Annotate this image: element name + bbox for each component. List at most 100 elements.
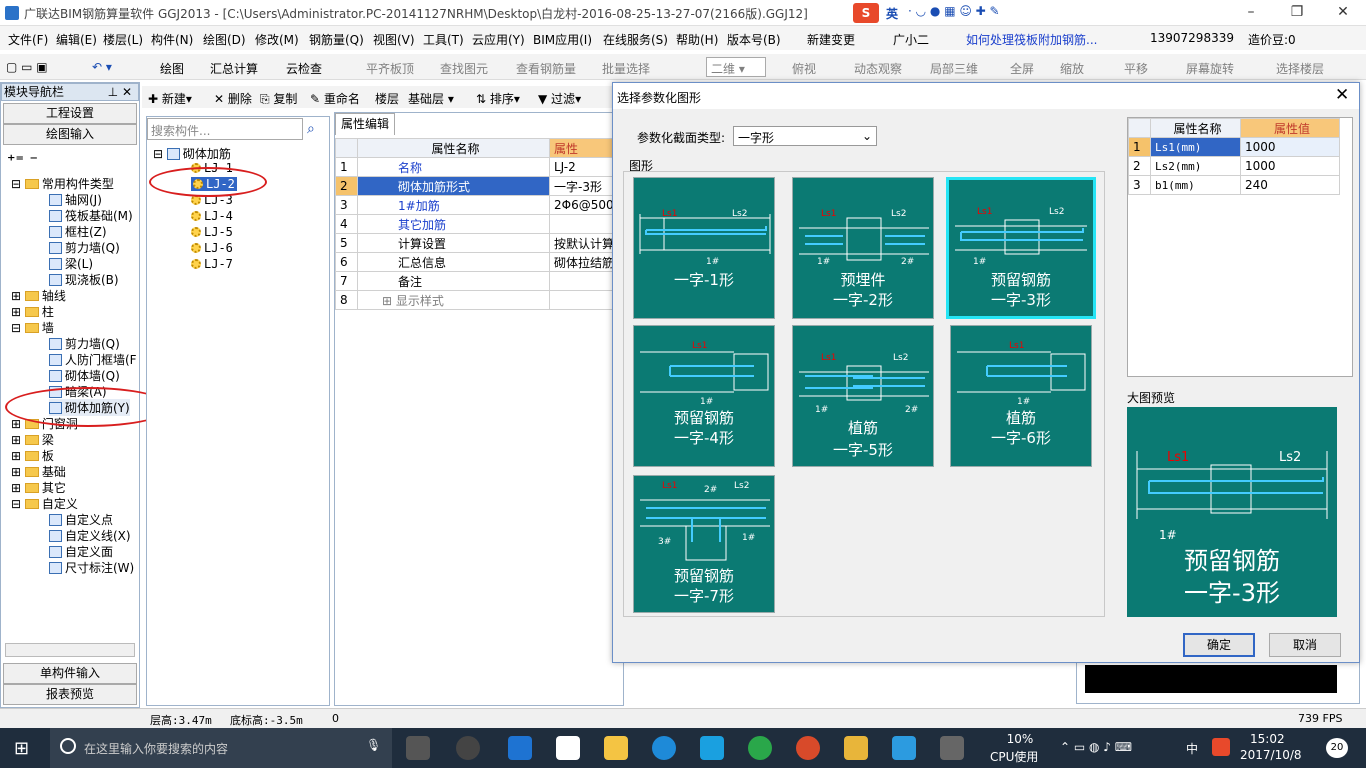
tree-slab-group[interactable]: ⊞ 板 <box>11 447 54 464</box>
tree-common-types[interactable]: ⊟ 常用构件类型 <box>11 175 114 192</box>
menu-version[interactable]: 版本号(B) <box>727 31 781 48</box>
menu-bim[interactable]: BIM应用(I) <box>533 31 592 48</box>
cost-beans[interactable]: 造价豆:0 <box>1248 31 1296 48</box>
component-search-input[interactable]: 搜索构件... <box>147 118 303 140</box>
comp-tree-root[interactable]: ⊟ 砌体加筋 <box>153 145 231 162</box>
toolbar-zoom[interactable]: 缩放 <box>1060 60 1084 77</box>
table-row[interactable]: 2 Ls2(mm) 1000 <box>1128 156 1340 176</box>
filter-button[interactable]: ▼ 过滤▾ <box>538 90 581 107</box>
comp-item-lj4[interactable]: LJ-4 <box>191 209 233 223</box>
app-green-icon[interactable] <box>748 736 772 760</box>
tree-axis-grid[interactable]: 轴网(J) <box>49 191 102 208</box>
store-icon[interactable] <box>556 736 580 760</box>
project-settings-button[interactable]: 工程设置 <box>3 103 137 124</box>
app-notes-icon[interactable] <box>844 736 868 760</box>
notification-badge[interactable]: 20 <box>1326 738 1348 758</box>
search-icon[interactable]: ⌕ <box>307 121 315 137</box>
new-component-button[interactable]: ✚ 新建▾ <box>148 90 192 107</box>
menu-rebar[interactable]: 钢筋量(Q) <box>309 31 364 48</box>
taskview-icon[interactable] <box>406 736 430 760</box>
undo-icon[interactable]: ↶ ▾ <box>92 60 112 74</box>
menu-tools[interactable]: 工具(T) <box>423 31 464 48</box>
menu-edit[interactable]: 编辑(E) <box>56 31 97 48</box>
clock-time[interactable]: 15:02 <box>1250 732 1285 746</box>
tree-masonry-wall[interactable]: 砌体墙(Q) <box>49 367 120 384</box>
copy-button[interactable]: ⎘ 复制 <box>260 90 297 107</box>
menu-new-change[interactable]: 新建变更 <box>807 31 855 48</box>
view-mode-select[interactable]: 二维 ▾ <box>706 57 766 77</box>
comp-item-lj5[interactable]: LJ-5 <box>191 225 233 239</box>
close-icon[interactable]: ✕ <box>1335 85 1349 105</box>
sort-button[interactable]: ⇅ 排序▾ <box>476 90 520 107</box>
cancel-button[interactable]: 取消 <box>1269 633 1341 657</box>
expand-collapse-icon[interactable]: ⁺⁼ ⁻ <box>7 151 38 170</box>
ok-button[interactable]: 确定 <box>1183 633 1255 657</box>
table-row[interactable]: 3 1#加筋 2Φ6@500 <box>335 195 625 215</box>
shape-tile-7[interactable]: Ls1 Ls2 2# 3# 1# 预留钢筋 一字-7形 <box>633 475 775 613</box>
draw-input-button[interactable]: 绘图输入 <box>3 124 137 145</box>
toolbar-pan[interactable]: 平移 <box>1124 60 1148 77</box>
app-swirl-icon[interactable] <box>796 736 820 760</box>
tree-custom-point[interactable]: 自定义点 <box>49 511 113 528</box>
section-type-select[interactable]: 一字形 ⌄ <box>733 126 877 146</box>
sogou-tray-icon[interactable] <box>1212 738 1230 756</box>
report-preview-button[interactable]: 报表预览 <box>3 684 137 705</box>
menu-draw[interactable]: 绘图(D) <box>203 31 246 48</box>
menu-component[interactable]: 构件(N) <box>151 31 193 48</box>
shape-tile-4[interactable]: Ls1 1# 预留钢筋 一字-4形 <box>633 325 775 467</box>
table-row[interactable]: 8 ⊞ 显示样式 <box>335 290 625 310</box>
sogou-icon[interactable]: S <box>853 3 879 23</box>
toolbar-find-element[interactable]: 查找图元 <box>440 60 488 77</box>
tree-beam-group[interactable]: ⊞ 梁 <box>11 431 54 448</box>
toolbar-dynamic-observe[interactable]: 动态观察 <box>854 60 902 77</box>
table-row[interactable]: 5 计算设置 按默认计算 <box>335 233 625 253</box>
tree-custom[interactable]: ⊟ 自定义 <box>11 495 78 512</box>
table-row[interactable]: 2 砌体加筋形式 一字-3形 <box>335 176 625 196</box>
account-phone[interactable]: 13907298339 <box>1150 31 1234 45</box>
minimize-button[interactable]: – <box>1228 0 1274 26</box>
toolbar-draw[interactable]: 绘图 <box>160 60 184 77</box>
toolbar-flush-slab-top[interactable]: 平齐板顶 <box>366 60 414 77</box>
tree-wall[interactable]: ⊟ 墙 <box>11 319 54 336</box>
shape-tile-2[interactable]: Ls1 Ls2 1# 2# 预埋件 一字-2形 <box>792 177 934 319</box>
input-lang[interactable]: 中 <box>1186 740 1198 757</box>
taskbar-search-input[interactable]: 在这里输入你要搜索的内容 🎙 <box>50 728 392 768</box>
glodon-icon[interactable] <box>700 736 724 760</box>
close-window-button[interactable]: ✕ <box>1320 0 1366 26</box>
toolbar-view-rebar[interactable]: 查看钢筋量 <box>516 60 576 77</box>
windows-start-icon[interactable]: ⊞ <box>14 738 29 759</box>
toolbar-select-floor[interactable]: 选择楼层 <box>1276 60 1324 77</box>
delete-button[interactable]: ✕ 删除 <box>214 90 252 107</box>
table-row[interactable]: 4 其它加筋 <box>335 214 625 234</box>
shape-tile-5[interactable]: Ls1 Ls2 1# 2# 植筋 一字-5形 <box>792 325 934 467</box>
menu-file[interactable]: 文件(F) <box>8 31 48 48</box>
tree-shear-wall[interactable]: 剪力墙(Q) <box>49 239 120 256</box>
help-link[interactable]: 如何处理筏板附加钢筋... <box>966 31 1097 48</box>
table-row[interactable]: 1 名称 LJ-2 <box>335 157 625 177</box>
maximize-button[interactable]: ❐ <box>1274 0 1320 26</box>
floor-select[interactable]: 基础层 ▾ <box>408 90 454 107</box>
tree-civil-defense-wall[interactable]: 人防门框墙(F <box>49 351 137 368</box>
ie-icon[interactable] <box>652 736 676 760</box>
new-file-icon[interactable]: ▢ ▭ ▣ <box>6 60 48 74</box>
toolbar-batch-select[interactable]: 批量选择 <box>602 60 650 77</box>
ime-mode[interactable]: 英 <box>886 5 898 22</box>
menu-modify[interactable]: 修改(M) <box>255 31 299 48</box>
clock-date[interactable]: 2017/10/8 <box>1240 748 1302 762</box>
toolbar-fullscreen[interactable]: 全屏 <box>1010 60 1034 77</box>
menu-help[interactable]: 帮助(H) <box>676 31 718 48</box>
tree-foundation[interactable]: ⊞ 基础 <box>11 463 66 480</box>
property-tab[interactable]: 属性编辑 <box>335 113 395 135</box>
menu-guangxiaoer[interactable]: 广小二 <box>893 31 929 48</box>
shape-tile-3-selected[interactable]: Ls1 Ls2 1# 预留钢筋 一字-3形 <box>946 177 1096 319</box>
tree-custom-face[interactable]: 自定义面 <box>49 543 113 560</box>
shape-tile-6[interactable]: Ls1 1# 植筋 一字-6形 <box>950 325 1092 467</box>
table-row[interactable]: 1 Ls1(mm) 1000 <box>1128 137 1340 157</box>
comp-item-lj6[interactable]: LJ-6 <box>191 241 233 255</box>
comp-item-lj7[interactable]: LJ-7 <box>191 257 233 271</box>
tree-custom-line[interactable]: 自定义线(X) <box>49 527 131 544</box>
nav-scrollbar[interactable] <box>5 643 135 657</box>
rename-button[interactable]: ✎ 重命名 <box>310 90 360 107</box>
tree-shear-wall-2[interactable]: 剪力墙(Q) <box>49 335 120 352</box>
toolbar-summary-calc[interactable]: 汇总计算 <box>210 60 258 77</box>
